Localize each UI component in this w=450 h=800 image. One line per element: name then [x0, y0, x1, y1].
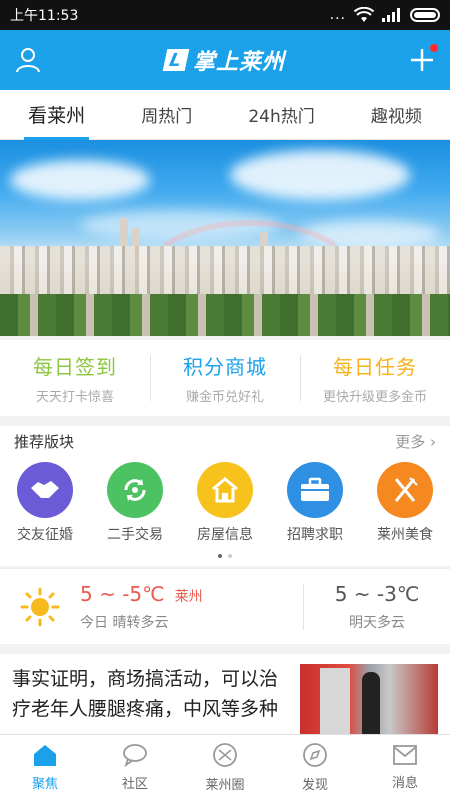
wifi-icon [354, 7, 374, 23]
tomorrow-temperature: 5 ~ -3℃ [334, 581, 420, 606]
daily-checkin-button[interactable]: 每日签到 天天打卡惊喜 [0, 351, 150, 405]
app-header: L 掌上莱州 [0, 30, 450, 90]
notification-badge [430, 44, 438, 52]
logo-mark: L [162, 49, 190, 71]
section-title: 推荐版块 [14, 432, 75, 451]
chevron-right-icon: › [430, 432, 436, 451]
nav-messages[interactable]: 消息 [360, 735, 450, 800]
house-icon [197, 462, 253, 518]
tab-fun-video[interactable]: 趣视频 [367, 90, 426, 140]
rec-item-housing[interactable]: 房屋信息 [185, 462, 265, 544]
tomorrow-description: 明天多云 [349, 614, 405, 631]
nav-laizhou-circle[interactable]: 莱州圈 [180, 735, 270, 800]
points-mall-button[interactable]: 积分商城 赚金币兑好礼 [150, 351, 300, 405]
weather-tomorrow: 5 ~ -3℃ 明天多云 [304, 582, 450, 632]
recommended-section: 推荐版块 更多 › 交友征婚 二手交易 房屋信息 招聘求职 莱州美食 [0, 426, 450, 566]
nav-focus[interactable]: 聚焦 [0, 735, 90, 800]
rec-item-secondhand[interactable]: 二手交易 [95, 462, 175, 544]
chat-bubble-icon [123, 744, 147, 767]
recycle-icon [107, 462, 163, 518]
rec-item-jobs[interactable]: 招聘求职 [275, 462, 355, 544]
user-icon[interactable] [14, 46, 42, 74]
status-bar: 上午11:53 ... [0, 0, 450, 30]
top-tabs: 看莱州 周热门 24h热门 趣视频 [0, 90, 450, 140]
more-link[interactable]: 更多 › [395, 431, 436, 452]
handshake-icon [17, 462, 73, 518]
logo-text: 掌上莱州 [192, 50, 286, 75]
today-temperature: 5 ~ -5℃ [80, 581, 165, 606]
signal-icon [382, 8, 402, 22]
today-description: 今日 晴转多云 [80, 614, 169, 631]
news-item[interactable]: 事实证明，商场搞活动，可以治疗老年人腰腿疼痛，中风等多种 [0, 654, 450, 736]
home-icon [34, 745, 56, 766]
nav-discover[interactable]: 发现 [270, 735, 360, 800]
sun-icon [0, 587, 80, 627]
tab-kan-laizhou[interactable]: 看莱州 [24, 90, 90, 140]
news-thumbnail [300, 664, 438, 736]
tab-24h-hot[interactable]: 24h热门 [244, 90, 318, 140]
carousel-pager [0, 554, 450, 558]
fork-knife-icon [377, 462, 433, 518]
app-logo: L 掌上莱州 [162, 44, 286, 76]
news-title: 事实证明，商场搞活动，可以治疗老年人腰腿疼痛，中风等多种 [12, 668, 279, 720]
add-button[interactable] [408, 44, 438, 74]
status-icons: ... [330, 7, 440, 23]
battery-icon [410, 8, 440, 22]
plus-icon [411, 49, 433, 71]
circle-icon [213, 743, 237, 767]
compass-icon [303, 743, 327, 767]
weather-widget[interactable]: 5 ~ -5℃ 莱州 今日 晴转多云 5 ~ -3℃ 明天多云 [0, 568, 450, 644]
tab-weekly-hot[interactable]: 周热门 [137, 90, 196, 140]
notification-dots: ... [329, 7, 346, 23]
banner-image[interactable] [0, 140, 450, 336]
bottom-nav: 聚焦 社区 莱州圈 发现 消息 [0, 734, 450, 800]
nav-community[interactable]: 社区 [90, 735, 180, 800]
daily-tasks-button[interactable]: 每日任务 更快升级更多金币 [300, 351, 450, 405]
quick-actions: 每日签到 天天打卡惊喜 积分商城 赚金币兑好礼 每日任务 更快升级更多金币 [0, 340, 450, 416]
status-time: 上午11:53 [10, 8, 79, 24]
mail-icon [393, 745, 417, 765]
briefcase-icon [287, 462, 343, 518]
weather-city: 莱州 [174, 588, 203, 605]
rec-item-food[interactable]: 莱州美食 [365, 462, 445, 544]
weather-today: 5 ~ -5℃ 莱州 今日 晴转多云 [80, 582, 303, 632]
rec-item-dating[interactable]: 交友征婚 [5, 462, 85, 544]
